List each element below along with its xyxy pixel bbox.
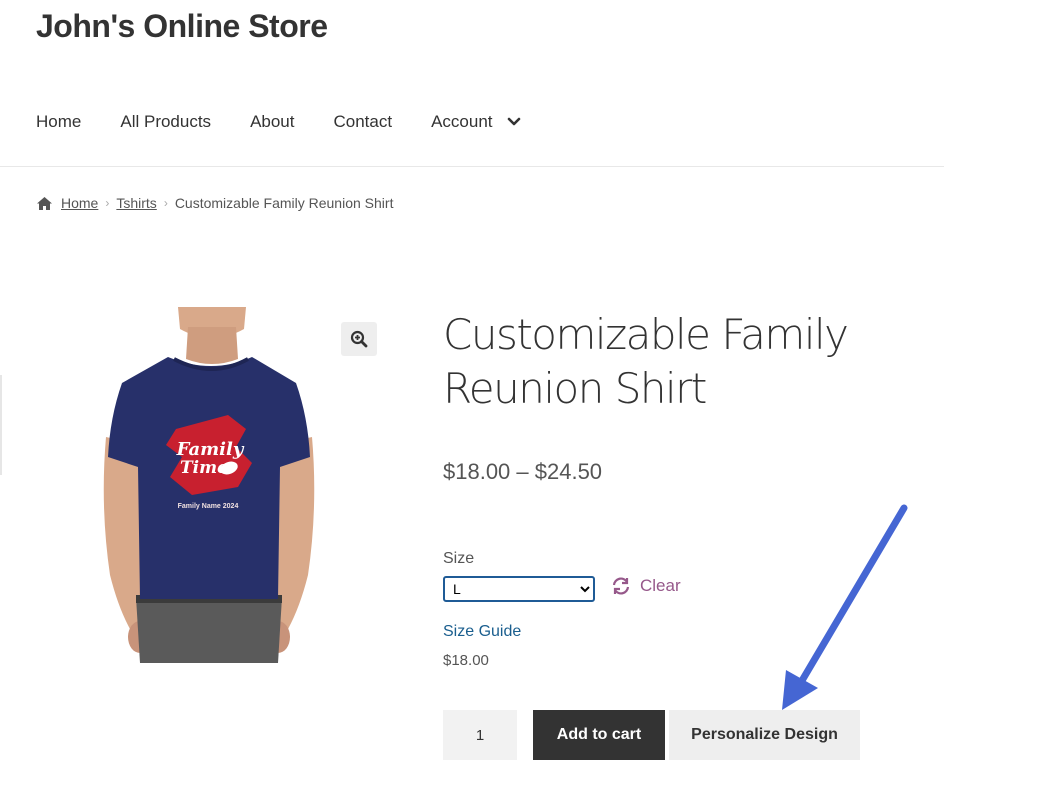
breadcrumb-home[interactable]: Home — [61, 195, 98, 211]
breadcrumb: Home › Tshirts › Customizable Family Reu… — [36, 195, 393, 211]
site-title[interactable]: John's Online Store — [36, 8, 328, 45]
primary-nav: Home All Products About Contact Account — [36, 112, 521, 132]
clear-label: Clear — [640, 576, 681, 595]
breadcrumb-separator: › — [105, 196, 110, 210]
product-title: Customizable Family Reunion Shirt — [443, 310, 849, 413]
price-range: $18.00 – $24.50 — [443, 459, 603, 484]
size-guide-link[interactable]: Size Guide — [443, 623, 521, 641]
nav-item-about[interactable]: About — [250, 112, 294, 132]
quantity-input[interactable] — [443, 710, 517, 760]
nav-item-contact[interactable]: Contact — [334, 112, 393, 132]
refresh-icon — [612, 577, 630, 595]
zoom-in-icon — [350, 330, 368, 348]
add-to-cart-button[interactable]: Add to cart — [533, 710, 665, 760]
zoom-button[interactable] — [341, 322, 377, 356]
product-image[interactable]: Family Time Family Name 2024 — [96, 307, 322, 663]
breadcrumb-tshirts[interactable]: Tshirts — [116, 195, 156, 211]
home-icon — [37, 196, 52, 210]
size-select[interactable]: L — [443, 576, 595, 602]
breadcrumb-current: Customizable Family Reunion Shirt — [174, 195, 394, 211]
nav-item-home[interactable]: Home — [36, 112, 81, 132]
breadcrumb-separator: › — [163, 196, 168, 210]
shirt-print-line3: Family Name 2024 — [178, 503, 239, 510]
clear-button[interactable]: Clear — [611, 576, 681, 596]
shirt-print-line1: Family — [176, 439, 245, 460]
annotation-arrow-icon — [782, 504, 908, 710]
nav-item-all-products[interactable]: All Products — [120, 112, 211, 132]
size-label: Size — [443, 550, 475, 567]
header-divider — [0, 166, 944, 167]
variation-price: $18.00 — [443, 652, 489, 669]
chevron-down-icon[interactable] — [507, 115, 521, 129]
nav-item-account[interactable]: Account — [431, 112, 492, 132]
edge-divider — [0, 375, 2, 475]
